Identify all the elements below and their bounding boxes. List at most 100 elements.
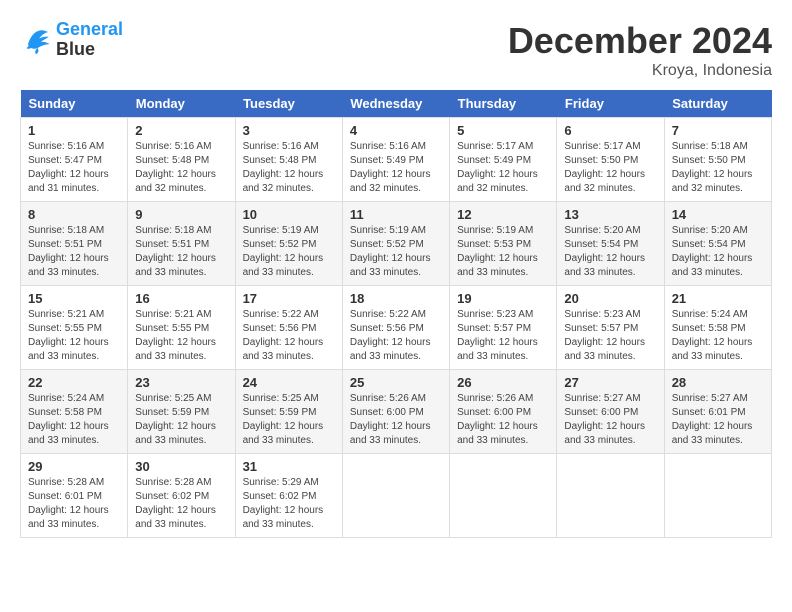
calendar-cell: 31 Sunrise: 5:29 AM Sunset: 6:02 PM Dayli…	[235, 454, 342, 538]
calendar-cell: 22 Sunrise: 5:24 AM Sunset: 5:58 PM Dayli…	[21, 370, 128, 454]
day-info: Sunrise: 5:23 AM Sunset: 5:57 PM Dayligh…	[564, 308, 656, 364]
day-number: 13	[564, 207, 656, 222]
col-header-monday: Monday	[128, 90, 235, 118]
calendar-cell: 9 Sunrise: 5:18 AM Sunset: 5:51 PM Daylig…	[128, 202, 235, 286]
day-number: 30	[135, 459, 227, 474]
day-number: 12	[457, 207, 549, 222]
calendar-cell: 11Sunrise: 5:19 AM Sunset: 5:52 PM Dayli…	[342, 202, 449, 286]
header-row: SundayMondayTuesdayWednesdayThursdayFrid…	[21, 90, 772, 118]
day-info: Sunrise: 5:17 AM Sunset: 5:49 PM Dayligh…	[457, 140, 549, 196]
day-info: Sunrise: 5:25 AM Sunset: 5:59 PM Dayligh…	[135, 392, 227, 448]
day-info: Sunrise: 5:24 AM Sunset: 5:58 PM Dayligh…	[28, 392, 120, 448]
day-info: Sunrise: 5:19 AM Sunset: 5:52 PM Dayligh…	[243, 224, 335, 280]
week-row-5: 29Sunrise: 5:28 AM Sunset: 6:01 PM Dayli…	[21, 454, 772, 538]
calendar-cell: 24 Sunrise: 5:25 AM Sunset: 5:59 PM Dayli…	[235, 370, 342, 454]
calendar-cell: 5 Sunrise: 5:17 AM Sunset: 5:49 PM Daylig…	[450, 118, 557, 202]
calendar-cell: 4Sunrise: 5:16 AM Sunset: 5:49 PM Daylig…	[342, 118, 449, 202]
location: Kroya, Indonesia	[508, 62, 772, 80]
calendar-cell: 6 Sunrise: 5:17 AM Sunset: 5:50 PM Daylig…	[557, 118, 664, 202]
day-info: Sunrise: 5:19 AM Sunset: 5:53 PM Dayligh…	[457, 224, 549, 280]
week-row-3: 15 Sunrise: 5:21 AM Sunset: 5:55 PM Dayli…	[21, 286, 772, 370]
calendar-cell: 7Sunrise: 5:18 AM Sunset: 5:50 PM Daylig…	[664, 118, 771, 202]
calendar-cell: 20 Sunrise: 5:23 AM Sunset: 5:57 PM Dayli…	[557, 286, 664, 370]
day-info: Sunrise: 5:17 AM Sunset: 5:50 PM Dayligh…	[564, 140, 656, 196]
day-info: Sunrise: 5:21 AM Sunset: 5:55 PM Dayligh…	[28, 308, 120, 364]
week-row-4: 22 Sunrise: 5:24 AM Sunset: 5:58 PM Dayli…	[21, 370, 772, 454]
day-number: 14	[672, 207, 764, 222]
day-number: 31	[243, 459, 335, 474]
day-info: Sunrise: 5:27 AM Sunset: 6:00 PM Dayligh…	[564, 392, 656, 448]
day-number: 22	[28, 375, 120, 390]
day-info: Sunrise: 5:28 AM Sunset: 6:02 PM Dayligh…	[135, 476, 227, 532]
calendar-cell: 17Sunrise: 5:22 AM Sunset: 5:56 PM Dayli…	[235, 286, 342, 370]
col-header-sunday: Sunday	[21, 90, 128, 118]
calendar-cell: 18 Sunrise: 5:22 AM Sunset: 5:56 PM Dayli…	[342, 286, 449, 370]
day-number: 6	[564, 123, 656, 138]
day-number: 7	[672, 123, 764, 138]
col-header-friday: Friday	[557, 90, 664, 118]
calendar-cell: 10Sunrise: 5:19 AM Sunset: 5:52 PM Dayli…	[235, 202, 342, 286]
calendar-cell: 14 Sunrise: 5:20 AM Sunset: 5:54 PM Dayli…	[664, 202, 771, 286]
calendar-cell: 25 Sunrise: 5:26 AM Sunset: 6:00 PM Dayli…	[342, 370, 449, 454]
day-info: Sunrise: 5:26 AM Sunset: 6:00 PM Dayligh…	[350, 392, 442, 448]
day-number: 17	[243, 291, 335, 306]
day-info: Sunrise: 5:29 AM Sunset: 6:02 PM Dayligh…	[243, 476, 335, 532]
calendar-table: SundayMondayTuesdayWednesdayThursdayFrid…	[20, 90, 772, 538]
day-info: Sunrise: 5:18 AM Sunset: 5:51 PM Dayligh…	[135, 224, 227, 280]
col-header-tuesday: Tuesday	[235, 90, 342, 118]
col-header-wednesday: Wednesday	[342, 90, 449, 118]
month-title: December 2024	[508, 20, 772, 62]
day-info: Sunrise: 5:22 AM Sunset: 5:56 PM Dayligh…	[350, 308, 442, 364]
day-number: 5	[457, 123, 549, 138]
calendar-cell: 30 Sunrise: 5:28 AM Sunset: 6:02 PM Dayli…	[128, 454, 235, 538]
calendar-cell: 28 Sunrise: 5:27 AM Sunset: 6:01 PM Dayli…	[664, 370, 771, 454]
calendar-cell: 12 Sunrise: 5:19 AM Sunset: 5:53 PM Dayli…	[450, 202, 557, 286]
calendar-cell: 8Sunrise: 5:18 AM Sunset: 5:51 PM Daylig…	[21, 202, 128, 286]
calendar-cell: 16 Sunrise: 5:21 AM Sunset: 5:55 PM Dayli…	[128, 286, 235, 370]
day-info: Sunrise: 5:24 AM Sunset: 5:58 PM Dayligh…	[672, 308, 764, 364]
col-header-saturday: Saturday	[664, 90, 771, 118]
day-info: Sunrise: 5:25 AM Sunset: 5:59 PM Dayligh…	[243, 392, 335, 448]
day-number: 19	[457, 291, 549, 306]
logo-text: General Blue	[56, 20, 123, 60]
day-number: 24	[243, 375, 335, 390]
day-number: 16	[135, 291, 227, 306]
day-info: Sunrise: 5:21 AM Sunset: 5:55 PM Dayligh…	[135, 308, 227, 364]
day-info: Sunrise: 5:16 AM Sunset: 5:47 PM Dayligh…	[28, 140, 120, 196]
day-number: 20	[564, 291, 656, 306]
title-area: December 2024 Kroya, Indonesia	[508, 20, 772, 80]
day-number: 9	[135, 207, 227, 222]
calendar-cell	[664, 454, 771, 538]
calendar-cell: 15 Sunrise: 5:21 AM Sunset: 5:55 PM Dayli…	[21, 286, 128, 370]
day-number: 21	[672, 291, 764, 306]
week-row-1: 1 Sunrise: 5:16 AM Sunset: 5:47 PM Daylig…	[21, 118, 772, 202]
calendar-cell: 19 Sunrise: 5:23 AM Sunset: 5:57 PM Dayli…	[450, 286, 557, 370]
day-info: Sunrise: 5:16 AM Sunset: 5:48 PM Dayligh…	[243, 140, 335, 196]
day-info: Sunrise: 5:20 AM Sunset: 5:54 PM Dayligh…	[672, 224, 764, 280]
logo-icon	[20, 24, 52, 56]
day-info: Sunrise: 5:16 AM Sunset: 5:48 PM Dayligh…	[135, 140, 227, 196]
col-header-thursday: Thursday	[450, 90, 557, 118]
day-number: 4	[350, 123, 442, 138]
day-info: Sunrise: 5:27 AM Sunset: 6:01 PM Dayligh…	[672, 392, 764, 448]
day-number: 3	[243, 123, 335, 138]
day-number: 1	[28, 123, 120, 138]
calendar-cell: 23Sunrise: 5:25 AM Sunset: 5:59 PM Dayli…	[128, 370, 235, 454]
calendar-cell: 3 Sunrise: 5:16 AM Sunset: 5:48 PM Daylig…	[235, 118, 342, 202]
day-number: 8	[28, 207, 120, 222]
day-info: Sunrise: 5:28 AM Sunset: 6:01 PM Dayligh…	[28, 476, 120, 532]
calendar-cell: 29Sunrise: 5:28 AM Sunset: 6:01 PM Dayli…	[21, 454, 128, 538]
calendar-cell: 13 Sunrise: 5:20 AM Sunset: 5:54 PM Dayli…	[557, 202, 664, 286]
week-row-2: 8 Sunrise: 5:18 AM Sunset: 5:51 PM Daylig…	[21, 202, 772, 286]
header: General Blue December 2024 Kroya, Indone…	[20, 20, 772, 80]
day-info: Sunrise: 5:20 AM Sunset: 5:54 PM Dayligh…	[564, 224, 656, 280]
day-number: 15	[28, 291, 120, 306]
day-number: 18	[350, 291, 442, 306]
day-info: Sunrise: 5:26 AM Sunset: 6:00 PM Dayligh…	[457, 392, 549, 448]
day-info: Sunrise: 5:23 AM Sunset: 5:57 PM Dayligh…	[457, 308, 549, 364]
day-number: 28	[672, 375, 764, 390]
day-number: 25	[350, 375, 442, 390]
day-number: 26	[457, 375, 549, 390]
calendar-cell: 1 Sunrise: 5:16 AM Sunset: 5:47 PM Daylig…	[21, 118, 128, 202]
calendar-cell	[450, 454, 557, 538]
